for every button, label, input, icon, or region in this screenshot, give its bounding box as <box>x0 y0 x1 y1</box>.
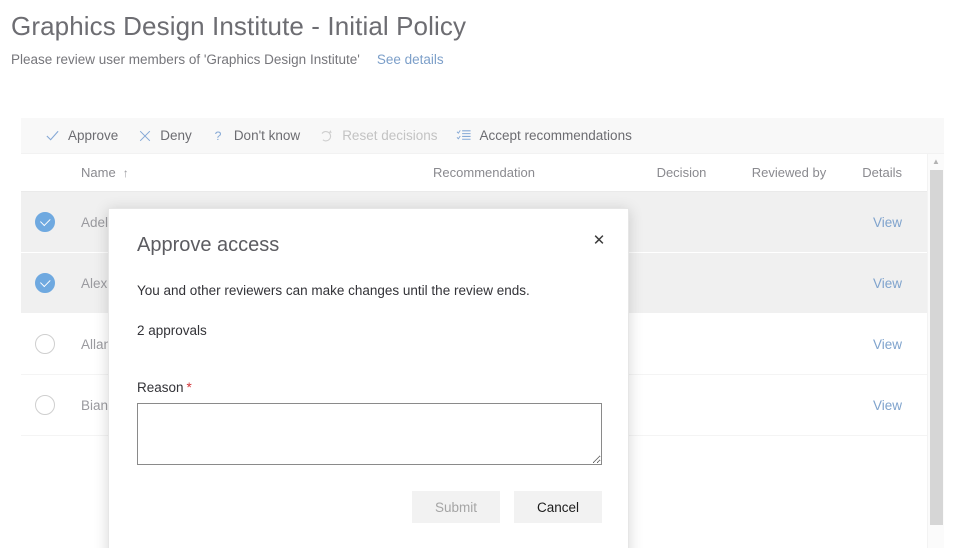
question-mark-icon: ? <box>210 127 227 144</box>
checkbox-unchecked-icon <box>35 395 55 415</box>
checkmark-icon <box>44 127 61 144</box>
column-header-decision[interactable]: Decision <box>629 165 734 180</box>
row-select-checkbox[interactable] <box>21 212 69 232</box>
see-details-link[interactable]: See details <box>377 51 444 69</box>
checklist-icon <box>456 127 473 144</box>
dialog-approval-count: 2 approvals <box>137 323 600 338</box>
approve-label: Approve <box>68 128 118 143</box>
reason-input[interactable] <box>137 403 602 465</box>
page-subtitle-row: Please review user members of 'Graphics … <box>11 51 959 69</box>
table-header-row: Name ↑ Recommendation Decision Reviewed b… <box>21 154 944 192</box>
command-bar: Approve Deny ? Don't know <box>21 118 944 154</box>
checkbox-checked-icon <box>35 212 55 232</box>
scrollbar-thumb[interactable] <box>930 170 943 525</box>
column-header-name-label: Name <box>81 165 116 180</box>
reason-label-text: Reason <box>137 380 184 395</box>
app-root: Graphics Design Institute - Initial Poli… <box>0 0 959 548</box>
checkbox-checked-icon <box>35 273 55 293</box>
submit-button[interactable]: Submit <box>412 491 500 523</box>
view-details-link[interactable]: View <box>873 215 902 230</box>
accept-recommendations-button[interactable]: Accept recommendations <box>447 118 641 154</box>
deny-button[interactable]: Deny <box>127 118 201 154</box>
view-details-link[interactable]: View <box>873 398 902 413</box>
deny-label: Deny <box>160 128 192 143</box>
dont-know-button[interactable]: ? Don't know <box>201 118 309 154</box>
table-scrollbar[interactable]: ▲ <box>927 154 944 548</box>
approve-button[interactable]: Approve <box>35 118 127 154</box>
column-header-recommendation[interactable]: Recommendation <box>339 165 629 180</box>
view-details-link[interactable]: View <box>873 276 902 291</box>
dialog-actions: Submit Cancel <box>137 491 602 523</box>
dont-know-label: Don't know <box>234 128 300 143</box>
page-header: Graphics Design Institute - Initial Poli… <box>0 0 959 69</box>
required-marker: * <box>187 380 192 395</box>
cancel-button[interactable]: Cancel <box>514 491 602 523</box>
sort-ascending-icon: ↑ <box>123 166 129 180</box>
reason-field-label: Reason* <box>137 380 600 395</box>
scroll-up-arrow-icon[interactable]: ▲ <box>928 154 944 168</box>
refresh-icon <box>318 127 335 144</box>
column-header-reviewed-by[interactable]: Reviewed by <box>734 165 844 180</box>
view-details-link[interactable]: View <box>873 337 902 352</box>
row-details-link-cell: View <box>844 398 924 413</box>
reset-decisions-button[interactable]: Reset decisions <box>309 118 446 154</box>
accept-recommendations-label: Accept recommendations <box>480 128 632 143</box>
close-icon[interactable]: ✕ <box>586 227 612 253</box>
row-details-link-cell: View <box>844 215 924 230</box>
row-select-checkbox[interactable] <box>21 273 69 293</box>
reset-decisions-label: Reset decisions <box>342 128 437 143</box>
row-details-link-cell: View <box>844 337 924 352</box>
dialog-message: You and other reviewers can make changes… <box>137 281 600 301</box>
svg-text:?: ? <box>215 129 222 143</box>
page-title: Graphics Design Institute - Initial Poli… <box>11 10 959 42</box>
row-select-checkbox[interactable] <box>21 395 69 415</box>
checkbox-unchecked-icon <box>35 334 55 354</box>
approve-access-dialog: ✕ Approve access You and other reviewers… <box>108 208 629 548</box>
dialog-title: Approve access <box>137 231 600 259</box>
column-header-name[interactable]: Name ↑ <box>69 165 339 180</box>
row-select-checkbox[interactable] <box>21 334 69 354</box>
row-details-link-cell: View <box>844 276 924 291</box>
column-header-details[interactable]: Details <box>844 165 924 180</box>
cancel-x-icon <box>136 127 153 144</box>
page-subtitle: Please review user members of 'Graphics … <box>11 51 360 69</box>
